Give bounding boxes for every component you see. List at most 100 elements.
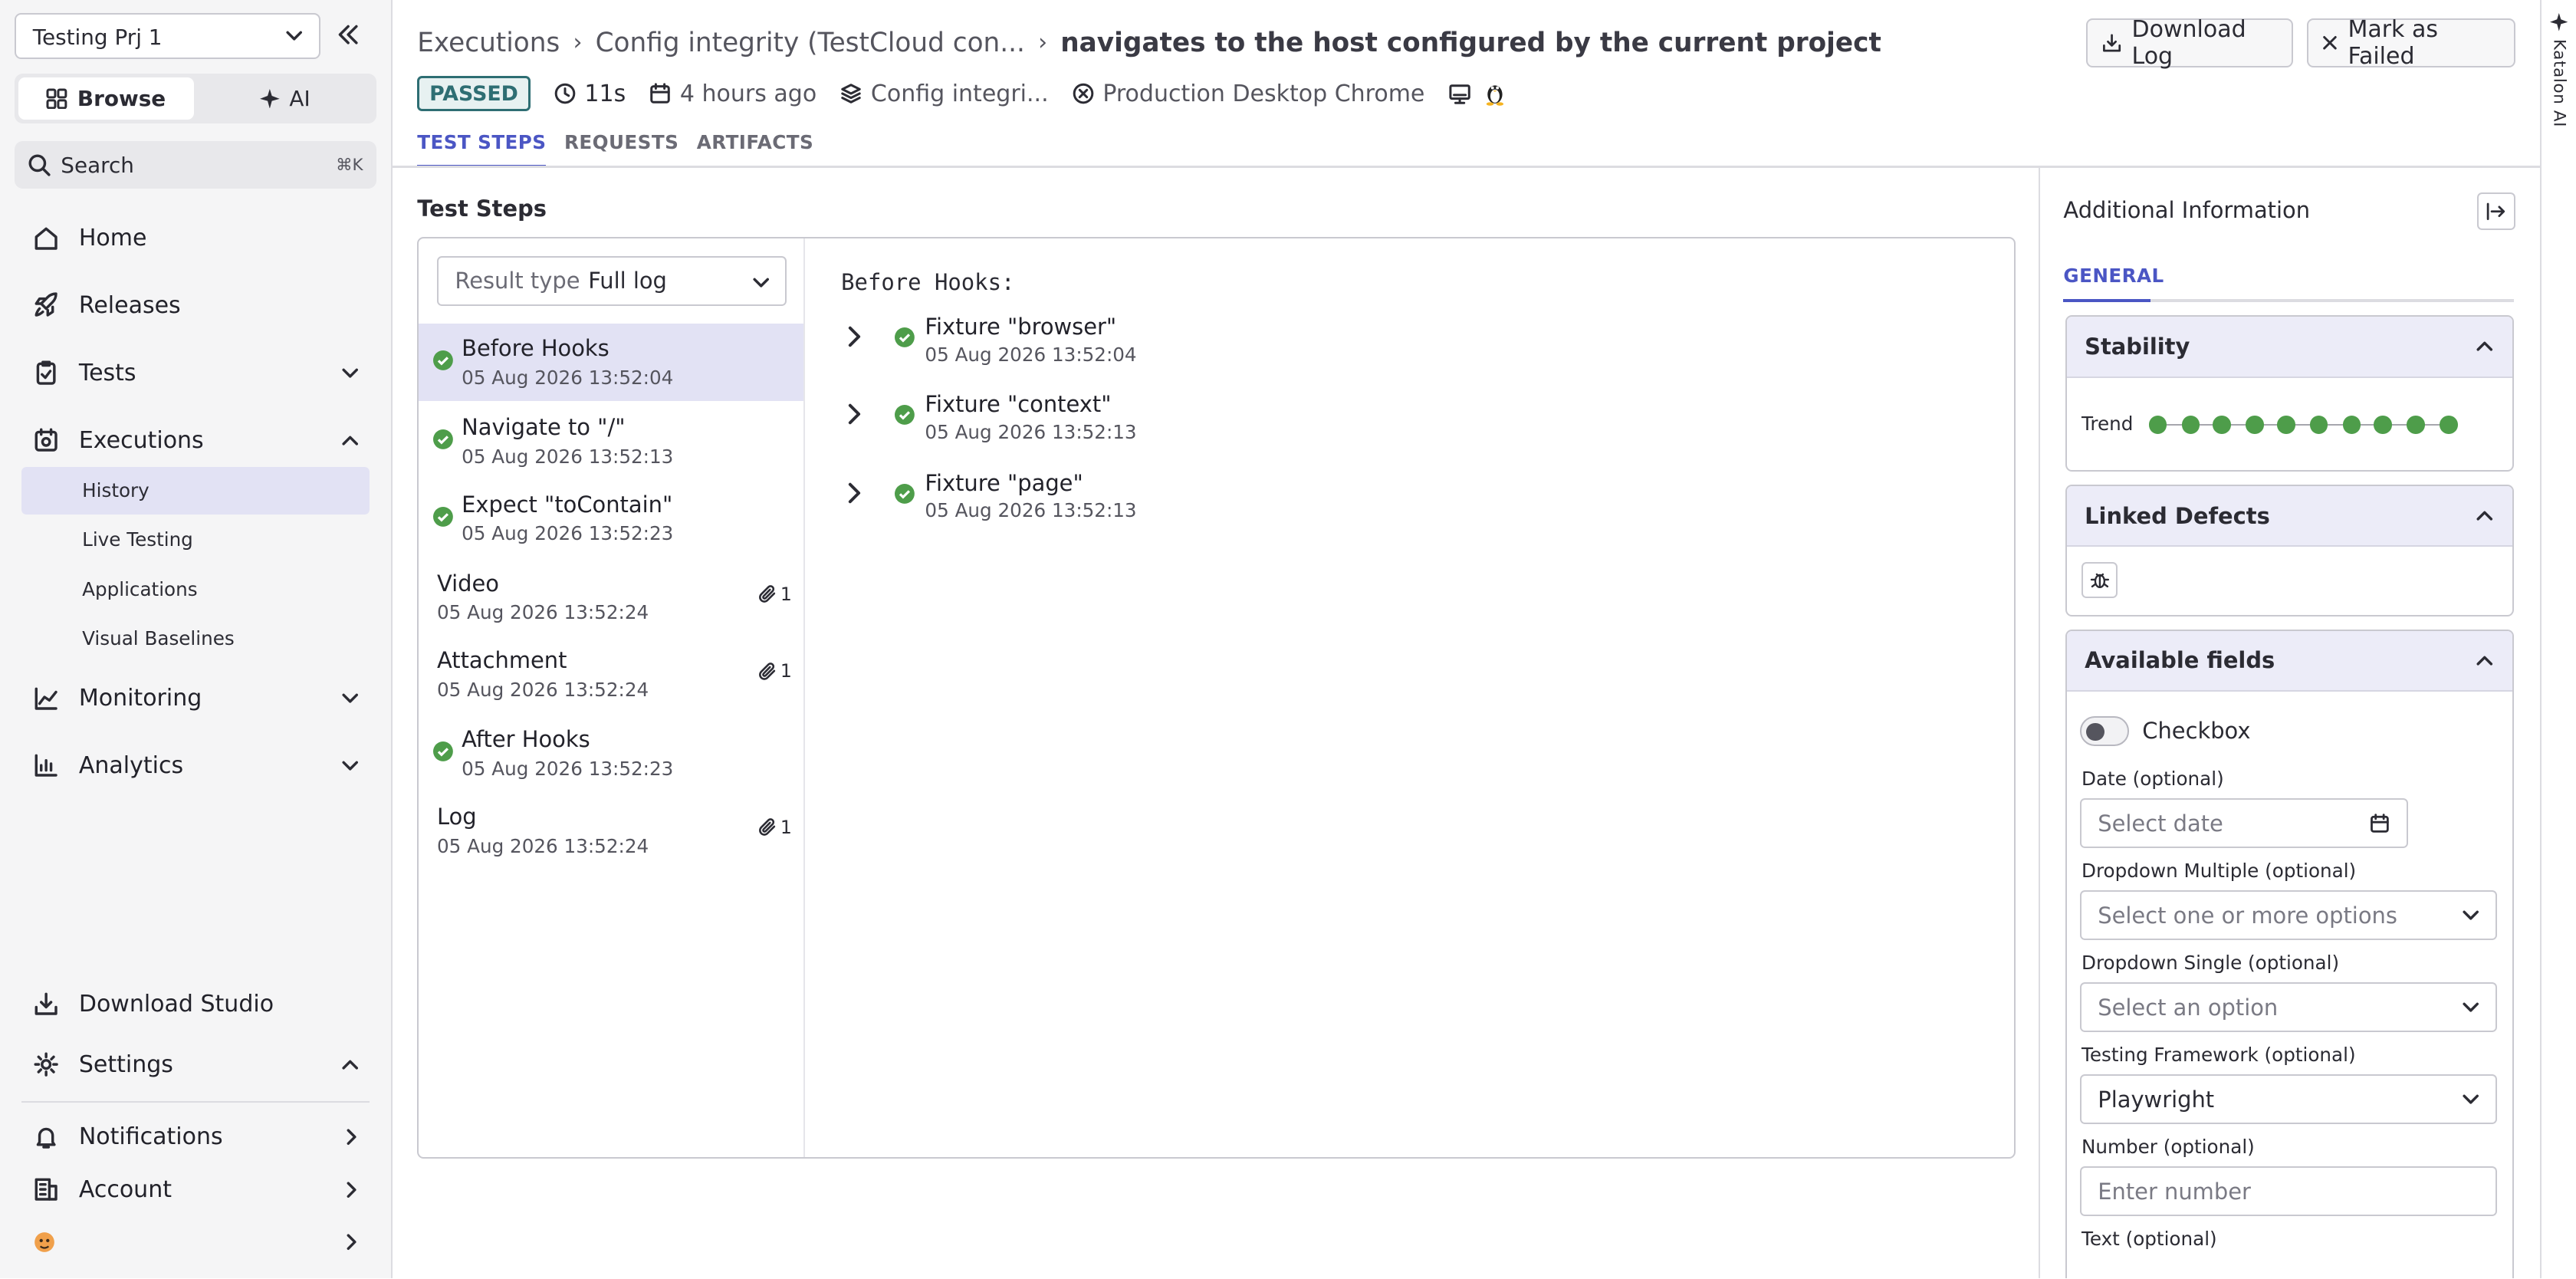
step-name: Attachment xyxy=(436,647,567,674)
fixture-item[interactable]: Fixture "context" 05 Aug 2026 13:52:13 xyxy=(841,391,1334,457)
search-input[interactable]: Search ⌘K xyxy=(15,141,376,189)
chevron-right-icon[interactable] xyxy=(844,482,864,505)
dropdown-multiple-select[interactable]: Select one or more options xyxy=(2079,890,2498,940)
clipboard-check-icon xyxy=(36,360,56,386)
nav-live-testing[interactable]: Live Testing xyxy=(21,516,370,564)
nav-user-profile[interactable] xyxy=(23,1216,371,1269)
nav-analytics[interactable]: Analytics xyxy=(23,739,371,792)
calendar-icon xyxy=(2371,813,2389,833)
timer-icon xyxy=(554,83,576,104)
dropdown-single-label: Dropdown Single (optional) xyxy=(2082,951,2340,974)
testing-framework-select[interactable]: Playwright xyxy=(2079,1074,2498,1124)
stability-header[interactable]: Stability xyxy=(2066,317,2512,378)
chevron-up-icon xyxy=(2476,656,2493,666)
nav-download-studio[interactable]: Download Studio xyxy=(23,978,371,1031)
trend-dot[interactable] xyxy=(2181,416,2200,434)
search-icon xyxy=(28,154,51,176)
download-log-button[interactable]: Download Log xyxy=(2086,16,2294,70)
trend-dot[interactable] xyxy=(2213,416,2231,434)
project-selector[interactable]: Testing Prj 1 xyxy=(15,13,320,60)
trend-dot[interactable] xyxy=(2440,416,2458,434)
fixture-item[interactable]: Fixture "page" 05 Aug 2026 13:52:13 xyxy=(841,470,1334,536)
tab-requests[interactable]: REQUESTS xyxy=(564,131,678,167)
number-input[interactable]: Enter number xyxy=(2079,1166,2498,1216)
chevron-right-icon[interactable] xyxy=(844,403,864,426)
nav-executions[interactable]: Executions xyxy=(23,414,371,467)
chevron-down-icon xyxy=(342,368,358,378)
nav-history[interactable]: History xyxy=(21,466,370,515)
nav-monitoring[interactable]: Monitoring xyxy=(23,672,371,725)
trend-dot[interactable] xyxy=(2309,416,2328,434)
execution-meta: PASSED 11s 4 hours ago Config integri...… xyxy=(417,76,1505,112)
text-label: Text (optional) xyxy=(2082,1227,2217,1250)
breadcrumb-suite[interactable]: Config integrity (TestCloud con... xyxy=(596,28,1025,58)
desktop-icon xyxy=(1449,84,1471,104)
check-circle-icon xyxy=(432,741,453,762)
trend-dot[interactable] xyxy=(2246,416,2264,434)
nav-releases[interactable]: Releases xyxy=(23,279,371,332)
browse-mode-button[interactable]: Browse xyxy=(18,77,194,120)
fixture-item[interactable]: Fixture "browser" 05 Aug 2026 13:52:04 xyxy=(841,314,1334,380)
nav-visual-baselines[interactable]: Visual Baselines xyxy=(21,614,370,662)
breadcrumb-executions[interactable]: Executions xyxy=(417,28,560,58)
nav-applications[interactable]: Applications xyxy=(21,565,370,613)
trend-dot[interactable] xyxy=(2277,416,2295,434)
testing-framework-label: Testing Framework (optional) xyxy=(2082,1043,2356,1066)
date-field[interactable]: Select date xyxy=(2079,798,2409,848)
chevron-right-icon xyxy=(347,1129,356,1146)
nav-home[interactable]: Home xyxy=(23,212,371,265)
available-fields-header[interactable]: Available fields xyxy=(2066,630,2512,692)
building-icon xyxy=(34,1178,58,1201)
trend-dot[interactable] xyxy=(2342,416,2361,434)
step-item[interactable]: Navigate to "/" 05 Aug 2026 13:52:13 xyxy=(419,403,803,480)
tab-general[interactable]: GENERAL xyxy=(2063,265,2164,287)
grid-icon xyxy=(46,88,67,109)
paperclip-icon xyxy=(758,662,776,680)
detail-heading: Before Hooks: xyxy=(841,269,1015,296)
breadcrumb: Executions › Config integrity (TestCloud… xyxy=(417,25,1881,61)
tab-test-steps[interactable]: TEST STEPS xyxy=(417,131,547,168)
step-item[interactable]: Attachment 05 Aug 2026 13:52:24 1 xyxy=(419,636,803,713)
collapse-sidebar-icon[interactable] xyxy=(335,21,361,48)
ai-mode-button[interactable]: AI xyxy=(197,77,373,120)
download-icon xyxy=(34,992,58,1015)
environment-icon xyxy=(1073,83,1093,104)
layers-icon xyxy=(841,84,861,104)
chevron-up-icon xyxy=(2476,342,2493,352)
step-item[interactable]: Video 05 Aug 2026 13:52:24 1 xyxy=(419,559,803,636)
mark-as-failed-button[interactable]: Mark as Failed xyxy=(2306,16,2515,70)
bug-icon xyxy=(2090,574,2109,589)
date-label: Date (optional) xyxy=(2082,767,2224,790)
step-item[interactable]: After Hooks 05 Aug 2026 13:52:23 xyxy=(419,715,803,792)
nav-notifications[interactable]: Notifications xyxy=(23,1111,371,1164)
steps-list-divider xyxy=(803,238,805,1157)
chevron-down-icon xyxy=(753,278,769,288)
result-type-select[interactable]: Result type Full log xyxy=(437,256,787,306)
collapse-panel-button[interactable] xyxy=(2477,192,2515,230)
step-item[interactable]: Expect "toContain" 05 Aug 2026 13:52:23 xyxy=(419,480,803,557)
nav-tests[interactable]: Tests xyxy=(23,347,371,399)
trend-dot[interactable] xyxy=(2374,416,2392,434)
link-defect-button[interactable] xyxy=(2082,561,2118,598)
step-item[interactable]: Log 05 Aug 2026 13:52:24 1 xyxy=(419,792,803,870)
status-badge: PASSED xyxy=(417,76,531,111)
step-name: Expect "toContain" xyxy=(462,491,673,518)
nav-account[interactable]: Account xyxy=(23,1163,371,1216)
trend-dot[interactable] xyxy=(2407,416,2425,434)
linked-defects-card: Linked Defects xyxy=(2065,485,2514,616)
trend-dot[interactable] xyxy=(2148,416,2167,434)
test-steps-title: Test Steps xyxy=(417,195,547,222)
check-circle-icon xyxy=(432,429,453,450)
step-item[interactable]: Before Hooks 05 Aug 2026 13:52:04 xyxy=(419,324,803,401)
dropdown-single-select[interactable]: Select an option xyxy=(2079,982,2498,1032)
nav-settings[interactable]: Settings xyxy=(23,1038,371,1091)
chevron-right-icon[interactable] xyxy=(844,325,864,348)
tab-artifacts[interactable]: ARTIFACTS xyxy=(697,131,813,167)
suite-link[interactable]: Config integri... xyxy=(871,81,1049,107)
checkbox-toggle[interactable] xyxy=(2079,716,2130,746)
paperclip-icon xyxy=(758,584,776,603)
linked-defects-header[interactable]: Linked Defects xyxy=(2066,486,2512,547)
fixture-name: Fixture "context" xyxy=(925,390,1112,417)
katalon-ai-tab[interactable]: Katalon AI xyxy=(2539,0,2576,1279)
linux-icon xyxy=(1486,85,1503,106)
